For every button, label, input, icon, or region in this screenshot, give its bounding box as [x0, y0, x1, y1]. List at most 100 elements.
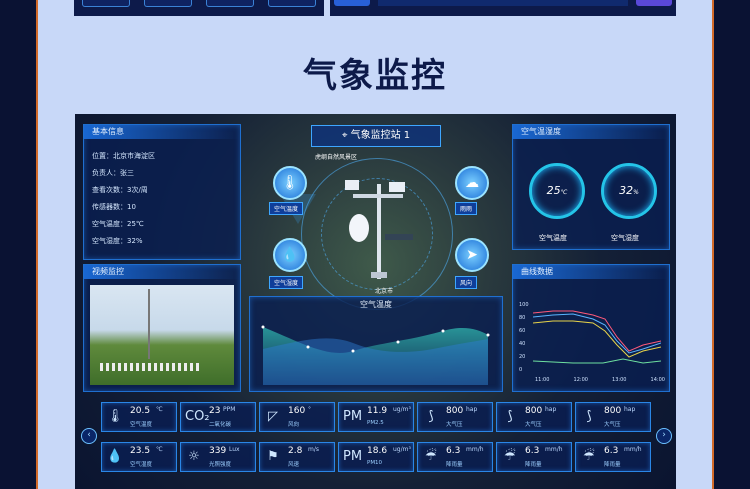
- sensor-tile[interactable]: ◸ 160 ° 风向: [259, 402, 335, 432]
- sensor-name: 风速: [288, 462, 300, 468]
- temperature-gauge: 25℃: [529, 163, 585, 219]
- sensor-tile[interactable]: ⟆ 800 hap 大气压: [417, 402, 493, 432]
- sensor-unit: °: [308, 406, 311, 413]
- sensor-unit: mm/h: [466, 446, 484, 453]
- sensor-name: 降雨量: [604, 462, 621, 468]
- sensor-tile[interactable]: CO₂ 23 PPM 二氧化碳: [180, 402, 256, 432]
- air-temperature-chart: [261, 325, 490, 385]
- panel-title: 空气温度: [360, 300, 392, 309]
- sensor-icon: ⟆: [586, 409, 592, 424]
- sensor-name: 大气压: [446, 422, 463, 428]
- sensor-icon: PM: [343, 409, 363, 424]
- sensor-unit: ug/m³: [393, 446, 411, 453]
- next-arrow-button[interactable]: ›: [656, 428, 672, 444]
- sensor-value: 6.3: [604, 446, 619, 456]
- sensor-name: 二氧化碳: [209, 422, 232, 428]
- fence: [100, 363, 200, 371]
- info-row: 空气温度：25℃: [92, 220, 144, 228]
- sensor-value: 800: [446, 406, 464, 416]
- sensor-icon: ☼: [188, 449, 200, 464]
- x-tick: 14:00: [650, 377, 665, 383]
- sensor-value: 23.5: [130, 446, 151, 456]
- sensor-tile[interactable]: ☼ 339 Lux 光照强度: [180, 442, 256, 472]
- y-tick: 100: [519, 302, 529, 308]
- sensor-unit: ℃: [156, 446, 163, 453]
- x-tick: 12:00: [573, 377, 588, 383]
- sensor-tile[interactable]: PM 11.9 ug/m³ PM2.5: [338, 402, 414, 432]
- sensor-icon: ◸: [268, 409, 278, 424]
- sensor-icon: ☔: [425, 449, 437, 464]
- wind-direction-icon: ➤: [455, 238, 489, 272]
- sensor-icon: CO₂: [185, 409, 210, 424]
- dashboard-screenshot: 虎纲自然风景区 北京市 🌡 空气温度 ☁ 雨雨 💧 空气湿度 ➤ 风向 ⌖ 气象…: [75, 114, 676, 489]
- sensor-value: 800: [525, 406, 543, 416]
- sensor-unit: mm/h: [624, 446, 642, 453]
- sensor-name: 降雨量: [446, 462, 463, 468]
- sensor-tile[interactable]: ☔ 6.3 mm/h 降雨量: [575, 442, 651, 472]
- video-feed[interactable]: [90, 285, 234, 385]
- sensor-icon: 🌡: [106, 409, 124, 424]
- sensor-icon: ⟆: [428, 409, 434, 424]
- sensor-name: PM10: [367, 460, 383, 466]
- humidity-gauge: 32%: [601, 163, 657, 219]
- sensor-name: 空气温度: [130, 422, 153, 428]
- station-name: 气象监控站 1: [350, 130, 411, 141]
- info-panel: 基本信息 位置：北京市海淀区 负责人：张三 查看次数：3次/周 传感器数：10 …: [83, 124, 241, 260]
- curve-panel: 曲线数据 100 80 60 40 20 0 11:00 12:00 13:00…: [512, 264, 670, 392]
- map-label: 北京市: [375, 288, 394, 295]
- sensor-unit: ℃: [156, 406, 163, 413]
- map-label: 虎纲自然风景区: [315, 154, 358, 161]
- sensor-icon: ☔: [504, 449, 516, 464]
- x-tick: 11:00: [535, 377, 550, 383]
- y-tick: 0: [519, 367, 523, 373]
- station-selector[interactable]: ⌖ 气象监控站 1: [311, 125, 441, 147]
- sensor-value: 6.3: [525, 446, 540, 456]
- sensor-value: 800: [604, 406, 622, 416]
- sensor-value: 2.8: [288, 446, 303, 456]
- droplet-icon: 💧: [273, 238, 307, 272]
- sensor-icon: 💧: [106, 449, 124, 464]
- sensor-tile[interactable]: ⟆ 800 hap 大气压: [575, 402, 651, 432]
- bubble-label: 空气温度: [269, 202, 304, 215]
- gauge-label: 空气湿度: [611, 234, 639, 242]
- sensor-name: 降雨量: [525, 462, 542, 468]
- y-tick: 20: [519, 354, 526, 360]
- panel-title: 空气温湿度: [513, 125, 669, 139]
- panel-title: 曲线数据: [513, 265, 669, 279]
- location-pin-icon: ⌖: [341, 130, 351, 141]
- humidity-panel: 空气温湿度 25℃ 32% 空气温度 空气湿度: [512, 124, 670, 250]
- bubble-label: 风向: [455, 276, 478, 289]
- pole: [148, 289, 150, 359]
- sensor-tile[interactable]: ☔ 6.3 mm/h 降雨量: [496, 442, 572, 472]
- panel-title: 视频监控: [84, 265, 240, 279]
- info-row: 负责人：张三: [92, 169, 134, 177]
- sensor-unit: hap: [624, 406, 636, 413]
- gauge-label: 空气温度: [539, 234, 567, 242]
- video-panel: 视频监控: [83, 264, 241, 392]
- sensor-tile[interactable]: ⟆ 800 hap 大气压: [496, 402, 572, 432]
- panel-title: 基本信息: [84, 125, 240, 139]
- mini-button: [636, 0, 672, 6]
- prev-arrow-button[interactable]: ‹: [81, 428, 97, 444]
- info-row: 传感器数：10: [92, 203, 136, 211]
- sensor-unit: hap: [466, 406, 478, 413]
- sensor-tile[interactable]: ☔ 6.3 mm/h 降雨量: [417, 442, 493, 472]
- top-strip-right: [330, 0, 676, 16]
- sensor-tile[interactable]: 🌡 20.5 ℃ 空气温度: [101, 402, 177, 432]
- sensor-icon: PM: [343, 449, 363, 464]
- info-row: 空气湿度：32%: [92, 237, 143, 245]
- sensor-value: 6.3: [446, 446, 461, 456]
- sensor-value: 339: [209, 446, 227, 456]
- sensor-unit: ug/m³: [393, 406, 411, 413]
- sensor-tile[interactable]: ⚑ 2.8 m/s 风速: [259, 442, 335, 472]
- x-axis: 11:00 12:00 13:00 14:00: [535, 377, 665, 383]
- sensor-tile[interactable]: PM 18.6 ug/m³ PM10: [338, 442, 414, 472]
- y-axis: 100 80 60 40 20 0: [519, 299, 529, 377]
- info-row: 查看次数：3次/周: [92, 186, 148, 194]
- sensor-value: 20.5: [130, 406, 151, 416]
- mini-card: [268, 0, 316, 7]
- sensor-tile[interactable]: 💧 23.5 ℃ 空气湿度: [101, 442, 177, 472]
- mini-card: [82, 0, 130, 7]
- info-row: 位置：北京市海淀区: [92, 152, 155, 160]
- mini-card: [144, 0, 192, 7]
